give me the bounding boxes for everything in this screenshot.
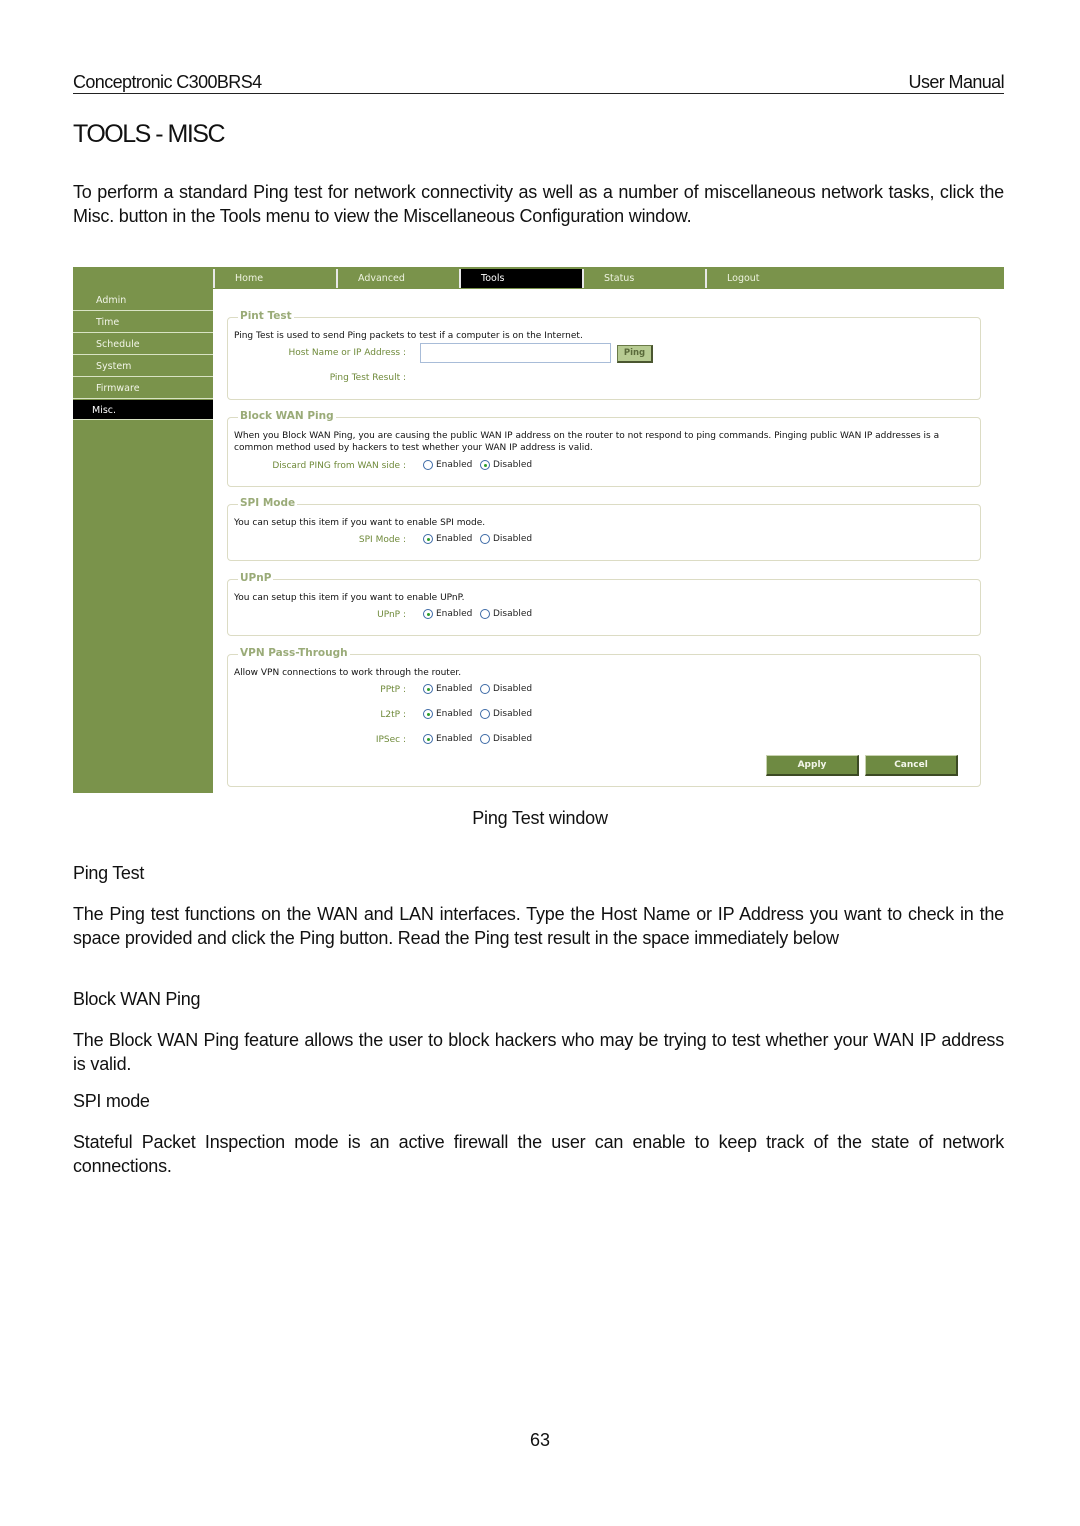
radio-checked-icon xyxy=(423,734,433,744)
pptp-label: PPtP : xyxy=(380,685,406,695)
ping-test-legend: Pint Test xyxy=(238,310,294,322)
product-name: Conceptronic C300BRS4 xyxy=(73,72,262,92)
figure-caption: Ping Test window xyxy=(472,808,608,828)
ping-test-description: Ping Test is used to send Ping packets t… xyxy=(234,331,583,341)
upnp-label: UPnP : xyxy=(377,610,406,620)
page-header: Conceptronic C300BRS4 User Manual xyxy=(73,72,1005,94)
sidebar-item-misc[interactable]: Misc. xyxy=(73,400,213,420)
host-name-label: Host Name or IP Address : xyxy=(288,348,406,358)
block-wan-ping-heading: Block WAN Ping xyxy=(73,989,201,1009)
spi-mode-legend: SPI Mode xyxy=(238,497,298,509)
discard-ping-label: Discard PING from WAN side : xyxy=(272,461,406,471)
spi-mode-panel: SPI Mode You can setup this item if you … xyxy=(227,497,981,561)
upnp-panel: UPnP You can setup this item if you want… xyxy=(227,572,981,636)
spi-disabled-radio[interactable]: Disabled xyxy=(480,534,532,544)
pptp-enabled-radio[interactable]: Enabled xyxy=(423,684,472,694)
radio-checked-icon xyxy=(423,609,433,619)
ipsec-label: IPSec : xyxy=(375,735,406,745)
page-number: 63 xyxy=(529,1430,551,1450)
intro-paragraph: To perform a standard Ping test for netw… xyxy=(73,182,1004,226)
l2tp-label: L2tP : xyxy=(380,710,406,720)
ipsec-disabled-radio[interactable]: Disabled xyxy=(480,734,532,744)
l2tp-enabled-radio[interactable]: Enabled xyxy=(423,709,472,719)
upnp-description: You can setup this item if you want to e… xyxy=(234,593,465,603)
l2tp-disabled-radio[interactable]: Disabled xyxy=(480,709,532,719)
ping-result-label: Ping Test Result : xyxy=(329,373,406,383)
cancel-button[interactable]: Cancel xyxy=(865,755,958,776)
spi-mode-description: You can setup this item if you want to e… xyxy=(234,518,486,528)
vpn-legend: VPN Pass-Through xyxy=(238,647,350,659)
tab-status[interactable]: Status xyxy=(582,269,705,288)
radio-unchecked-icon xyxy=(423,460,433,470)
top-navigation-bar: Home Advanced Tools Status Logout xyxy=(73,267,1004,289)
radio-unchecked-icon xyxy=(480,609,490,619)
pptp-disabled-radio[interactable]: Disabled xyxy=(480,684,532,694)
sidebar-item-system[interactable]: System xyxy=(73,356,213,377)
radio-checked-icon xyxy=(423,684,433,694)
discard-ping-enabled-radio[interactable]: Enabled xyxy=(423,460,472,470)
upnp-enabled-radio[interactable]: Enabled xyxy=(423,609,472,619)
upnp-legend: UPnP xyxy=(238,572,274,584)
spi-mode-label: SPI Mode : xyxy=(358,535,406,545)
ping-test-paragraph: The Ping test functions on the WAN and L… xyxy=(73,904,1004,948)
tab-advanced[interactable]: Advanced xyxy=(336,269,459,288)
ipsec-enabled-radio[interactable]: Enabled xyxy=(423,734,472,744)
ping-button[interactable]: Ping xyxy=(617,345,653,363)
block-wan-ping-paragraph: The Block WAN Ping feature allows the us… xyxy=(73,1030,1004,1074)
upnp-disabled-radio[interactable]: Disabled xyxy=(480,609,532,619)
spi-enabled-radio[interactable]: Enabled xyxy=(423,534,472,544)
host-name-input[interactable] xyxy=(420,343,611,363)
ping-test-heading: Ping Test xyxy=(73,863,145,883)
spi-mode-heading: SPI mode xyxy=(73,1091,150,1111)
spi-mode-paragraph: Stateful Packet Inspection mode is an ac… xyxy=(73,1132,1004,1176)
radio-unchecked-icon xyxy=(480,709,490,719)
radio-checked-icon xyxy=(423,709,433,719)
tab-logout[interactable]: Logout xyxy=(705,269,828,288)
block-wan-ping-legend: Block WAN Ping xyxy=(238,410,336,422)
misc-configuration-screenshot: Home Advanced Tools Status Logout Admin … xyxy=(73,267,1004,793)
radio-checked-icon xyxy=(480,460,490,470)
radio-checked-icon xyxy=(423,534,433,544)
ping-test-panel: Pint Test Ping Test is used to send Ping… xyxy=(227,310,981,400)
block-wan-ping-description: When you Block WAN Ping, you are causing… xyxy=(234,431,940,453)
section-title: TOOLS - MISC xyxy=(73,120,226,148)
tab-tools[interactable]: Tools xyxy=(459,269,582,288)
discard-ping-disabled-radio[interactable]: Disabled xyxy=(480,460,532,470)
apply-button[interactable]: Apply xyxy=(766,755,859,776)
block-wan-ping-panel: Block WAN Ping When you Block WAN Ping, … xyxy=(227,410,981,487)
sidebar-item-admin[interactable]: Admin xyxy=(73,290,213,311)
radio-unchecked-icon xyxy=(480,684,490,694)
vpn-pass-through-panel: VPN Pass-Through Allow VPN connections t… xyxy=(227,647,981,787)
tab-home[interactable]: Home xyxy=(213,269,336,288)
sidebar-item-schedule[interactable]: Schedule xyxy=(73,334,213,355)
sidebar: Admin Time Schedule System Firmware Misc… xyxy=(73,289,213,793)
sidebar-item-time[interactable]: Time xyxy=(73,312,213,333)
radio-unchecked-icon xyxy=(480,534,490,544)
sidebar-item-firmware[interactable]: Firmware xyxy=(73,378,213,399)
radio-unchecked-icon xyxy=(480,734,490,744)
vpn-description: Allow VPN connections to work through th… xyxy=(234,668,462,678)
document-type: User Manual xyxy=(908,72,1005,92)
